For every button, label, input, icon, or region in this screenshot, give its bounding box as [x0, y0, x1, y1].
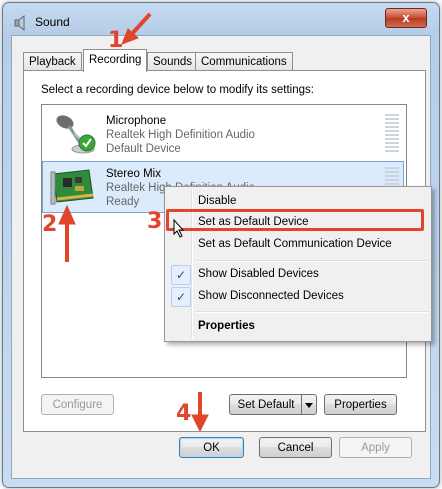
chevron-down-icon — [305, 403, 313, 408]
speaker-icon — [14, 15, 25, 31]
menu-item-properties[interactable]: Properties — [167, 315, 429, 337]
device-driver: Realtek High Definition Audio — [106, 129, 255, 141]
device-item-microphone[interactable]: Microphone Realtek High Definition Audio… — [43, 109, 403, 159]
sound-card-icon — [50, 169, 94, 205]
annotation-highlight-box — [166, 209, 424, 231]
configure-button[interactable]: Configure — [41, 394, 114, 415]
menu-item-label: Disable — [198, 195, 237, 207]
menu-item-label: Show Disconnected Devices — [198, 290, 344, 302]
mouse-cursor-icon — [173, 219, 185, 238]
menu-separator — [195, 311, 429, 313]
step-label-4: 4 — [176, 401, 192, 426]
device-name: Microphone — [106, 115, 167, 127]
cancel-button[interactable]: Cancel — [259, 437, 332, 458]
set-default-label: Set Default — [237, 399, 295, 411]
device-name: Stereo Mix — [106, 168, 161, 180]
device-status: Default Device — [106, 143, 181, 155]
step-label-1: 1 — [108, 28, 124, 53]
ok-button[interactable]: OK — [179, 437, 244, 458]
menu-item-label: Show Disabled Devices — [198, 268, 319, 280]
step-label-2: 2 — [42, 212, 58, 237]
menu-item-label: Set as Default Communication Device — [198, 238, 392, 250]
close-button[interactable]: x — [385, 8, 427, 28]
set-default-dropdown-arrow[interactable] — [301, 395, 316, 414]
level-meter — [385, 114, 399, 154]
menu-item-show-disabled[interactable]: ✓ Show Disabled Devices — [167, 263, 429, 285]
properties-button[interactable]: Properties — [324, 394, 397, 415]
tab-communications[interactable]: Communications — [195, 52, 293, 71]
menu-separator — [195, 260, 429, 262]
menu-item-label: Properties — [198, 320, 255, 332]
menu-item-set-default-communication[interactable]: Set as Default Communication Device — [167, 233, 429, 255]
step-label-3: 3 — [147, 209, 163, 234]
microphone-icon — [56, 115, 96, 154]
window-title: Sound — [35, 15, 70, 29]
tab-playback[interactable]: Playback — [23, 52, 82, 71]
checkmark-icon: ✓ — [171, 287, 191, 307]
instruction-text: Select a recording device below to modif… — [41, 84, 314, 96]
apply-button[interactable]: Apply — [339, 437, 412, 458]
set-default-button[interactable]: Set Default — [229, 394, 317, 415]
menu-item-show-disconnected[interactable]: ✓ Show Disconnected Devices — [167, 285, 429, 307]
device-status: Ready — [106, 196, 140, 208]
tab-sounds[interactable]: Sounds — [147, 52, 199, 71]
checkmark-icon: ✓ — [171, 265, 191, 285]
